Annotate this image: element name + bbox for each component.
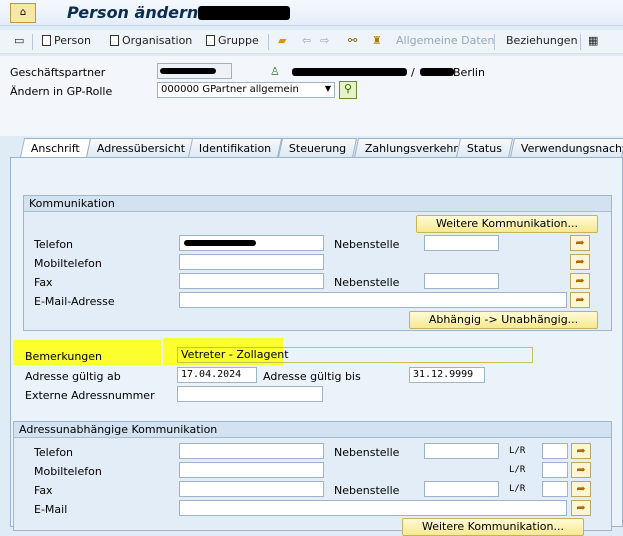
bemerkungen-input[interactable]: Vetreter - Zollagent — [177, 347, 533, 363]
window-title: Person ändern: — [67, 3, 205, 22]
person-button[interactable]: Person — [42, 34, 91, 47]
telefon-nebenstelle-input[interactable] — [424, 235, 499, 251]
rolle-select[interactable]: 000000 GPartner allgemein ▼ — [157, 82, 335, 98]
telefon-label: Telefon — [34, 238, 74, 251]
tab-anschrift[interactable]: Anschrift — [19, 138, 91, 158]
application-toolbar: ▭ Person Organisation Gruppe ▰ ⇦ ⇨ ⚯ ♜ A… — [0, 30, 623, 54]
group-title: Adressunabhängige Kommunikation — [14, 422, 611, 438]
u-email-detail-icon[interactable]: ➦ — [571, 500, 591, 516]
rolle-label: Ändern in GP-Rolle — [10, 85, 113, 98]
abhaengig-unabhaengig-button[interactable]: Abhängig -> Unabhängig... — [409, 311, 598, 329]
fax-label: Fax — [34, 276, 53, 289]
ext-adressnummer-label: Externe Adressnummer — [25, 389, 155, 402]
u-mobil-label: Mobiltelefon — [34, 465, 102, 478]
anschrift-panel: Kommunikation Weitere Kommunikation... T… — [10, 157, 623, 536]
mobil-input[interactable] — [179, 254, 324, 270]
back-arrow-icon[interactable]: ⇦ — [302, 34, 311, 47]
tab-identifikation[interactable]: Identifikation — [187, 138, 283, 158]
document-icon — [110, 35, 119, 46]
tabstrip: Anschrift Adressübersicht Identifikation… — [0, 138, 623, 158]
organisation-button[interactable]: Organisation — [110, 34, 192, 47]
title-bar: ⌂ Person ändern: — [0, 0, 623, 26]
u-mobil-input[interactable] — [179, 462, 324, 478]
app-icon[interactable]: ⌂ — [10, 3, 36, 23]
chevron-down-icon: ▼ — [324, 84, 331, 93]
telefon-input[interactable] — [179, 235, 324, 251]
person-lock-icon[interactable]: ♜ — [372, 34, 382, 47]
u-mobil-lr-label: L/R — [509, 465, 526, 475]
group-title: Kommunikation — [24, 196, 611, 212]
mobil-label: Mobiltelefon — [34, 257, 102, 270]
u-fax-input[interactable] — [179, 481, 324, 497]
relationship-icon[interactable]: ⚯ — [348, 34, 357, 47]
tab-zahlungsverkehr[interactable]: Zahlungsverkehr — [353, 138, 470, 158]
gueltig-bis-input[interactable]: 31.12.9999 — [409, 367, 485, 383]
u-fax-detail-icon[interactable]: ➦ — [571, 481, 591, 497]
email-input[interactable] — [179, 292, 567, 308]
u-fax-nebenstelle-input[interactable] — [424, 481, 499, 497]
u-telefon-nebenstelle-input[interactable] — [424, 443, 499, 459]
fax-input[interactable] — [179, 273, 324, 289]
save-layout-icon[interactable]: ▦ — [588, 34, 598, 47]
beziehungen-button[interactable]: Beziehungen — [506, 34, 578, 47]
separator-slash: / — [411, 66, 415, 79]
u-email-input[interactable] — [179, 500, 567, 516]
u-telefon-input[interactable] — [179, 443, 324, 459]
u-fax-lr-label: L/R — [509, 484, 526, 494]
gp-number-field[interactable] — [157, 63, 232, 79]
u-fax-label: Fax — [34, 484, 53, 497]
gueltig-bis-label: Adresse gültig bis — [263, 370, 361, 383]
tab-adressuebersicht[interactable]: Adressübersicht — [85, 138, 197, 158]
u-mobil-lr-input[interactable] — [542, 462, 568, 478]
open-folder-icon[interactable]: ▰ — [278, 34, 286, 47]
search-help-icon[interactable]: ⚲ — [339, 81, 357, 99]
tab-verwendungsnachweis[interactable]: Verwendungsnachwe — [509, 138, 623, 158]
header-area: Geschäftspartner ♙ / Berlin Ändern in GP… — [0, 56, 623, 136]
email-detail-icon[interactable]: ➦ — [570, 292, 590, 308]
fax-nebenstelle-label: Nebenstelle — [334, 276, 400, 289]
bemerkungen-label: Bemerkungen — [25, 350, 103, 363]
weitere-kommunikation-button[interactable]: Weitere Kommunikation... — [416, 215, 598, 233]
layout-icon[interactable]: ▭ — [14, 34, 24, 47]
u-telefon-lr-label: L/R — [509, 446, 526, 456]
gp-label: Geschäftspartner — [10, 66, 106, 79]
u-mobil-detail-icon[interactable]: ➦ — [571, 462, 591, 478]
u-nebenstelle-label: Nebenstelle — [334, 446, 400, 459]
mobil-detail-icon[interactable]: ➦ — [570, 254, 590, 270]
redacted-title — [198, 6, 290, 20]
fax-nebenstelle-input[interactable] — [424, 273, 499, 289]
gp-city: Berlin — [453, 66, 485, 79]
document-icon — [42, 35, 51, 46]
u-fax-lr-input[interactable] — [542, 481, 568, 497]
ext-adressnummer-input[interactable] — [177, 386, 323, 402]
gueltig-ab-label: Adresse gültig ab — [25, 370, 121, 383]
tab-steuerung[interactable]: Steuerung — [277, 138, 358, 158]
gruppe-button[interactable]: Gruppe — [206, 34, 259, 47]
u-telefon-label: Telefon — [34, 446, 74, 459]
unabhaengige-kommunikation-group: Adressunabhängige Kommunikation Telefon … — [13, 421, 612, 536]
nebenstelle-label: Nebenstelle — [334, 238, 400, 251]
tab-status[interactable]: Status — [455, 138, 514, 158]
forward-arrow-icon[interactable]: ⇨ — [320, 34, 329, 47]
redacted-description — [292, 68, 407, 76]
allgemeine-daten-button[interactable]: Allgemeine Daten — [396, 34, 494, 47]
email-label: E-Mail-Adresse — [34, 295, 115, 308]
fax-detail-icon[interactable]: ➦ — [570, 273, 590, 289]
gueltig-ab-input[interactable]: 17.04.2024 — [177, 367, 257, 383]
kommunikation-group: Kommunikation Weitere Kommunikation... T… — [23, 195, 612, 331]
person-icon: ♙ — [270, 65, 280, 78]
u-fax-nebenstelle-label: Nebenstelle — [334, 484, 400, 497]
telefon-detail-icon[interactable]: ➦ — [570, 235, 590, 251]
u-telefon-lr-input[interactable] — [542, 443, 568, 459]
document-icon — [206, 35, 215, 46]
u-telefon-detail-icon[interactable]: ➦ — [571, 443, 591, 459]
u-weitere-kommunikation-button[interactable]: Weitere Kommunikation... — [402, 518, 584, 536]
u-email-label: E-Mail — [34, 503, 68, 516]
redacted-address — [420, 68, 454, 76]
